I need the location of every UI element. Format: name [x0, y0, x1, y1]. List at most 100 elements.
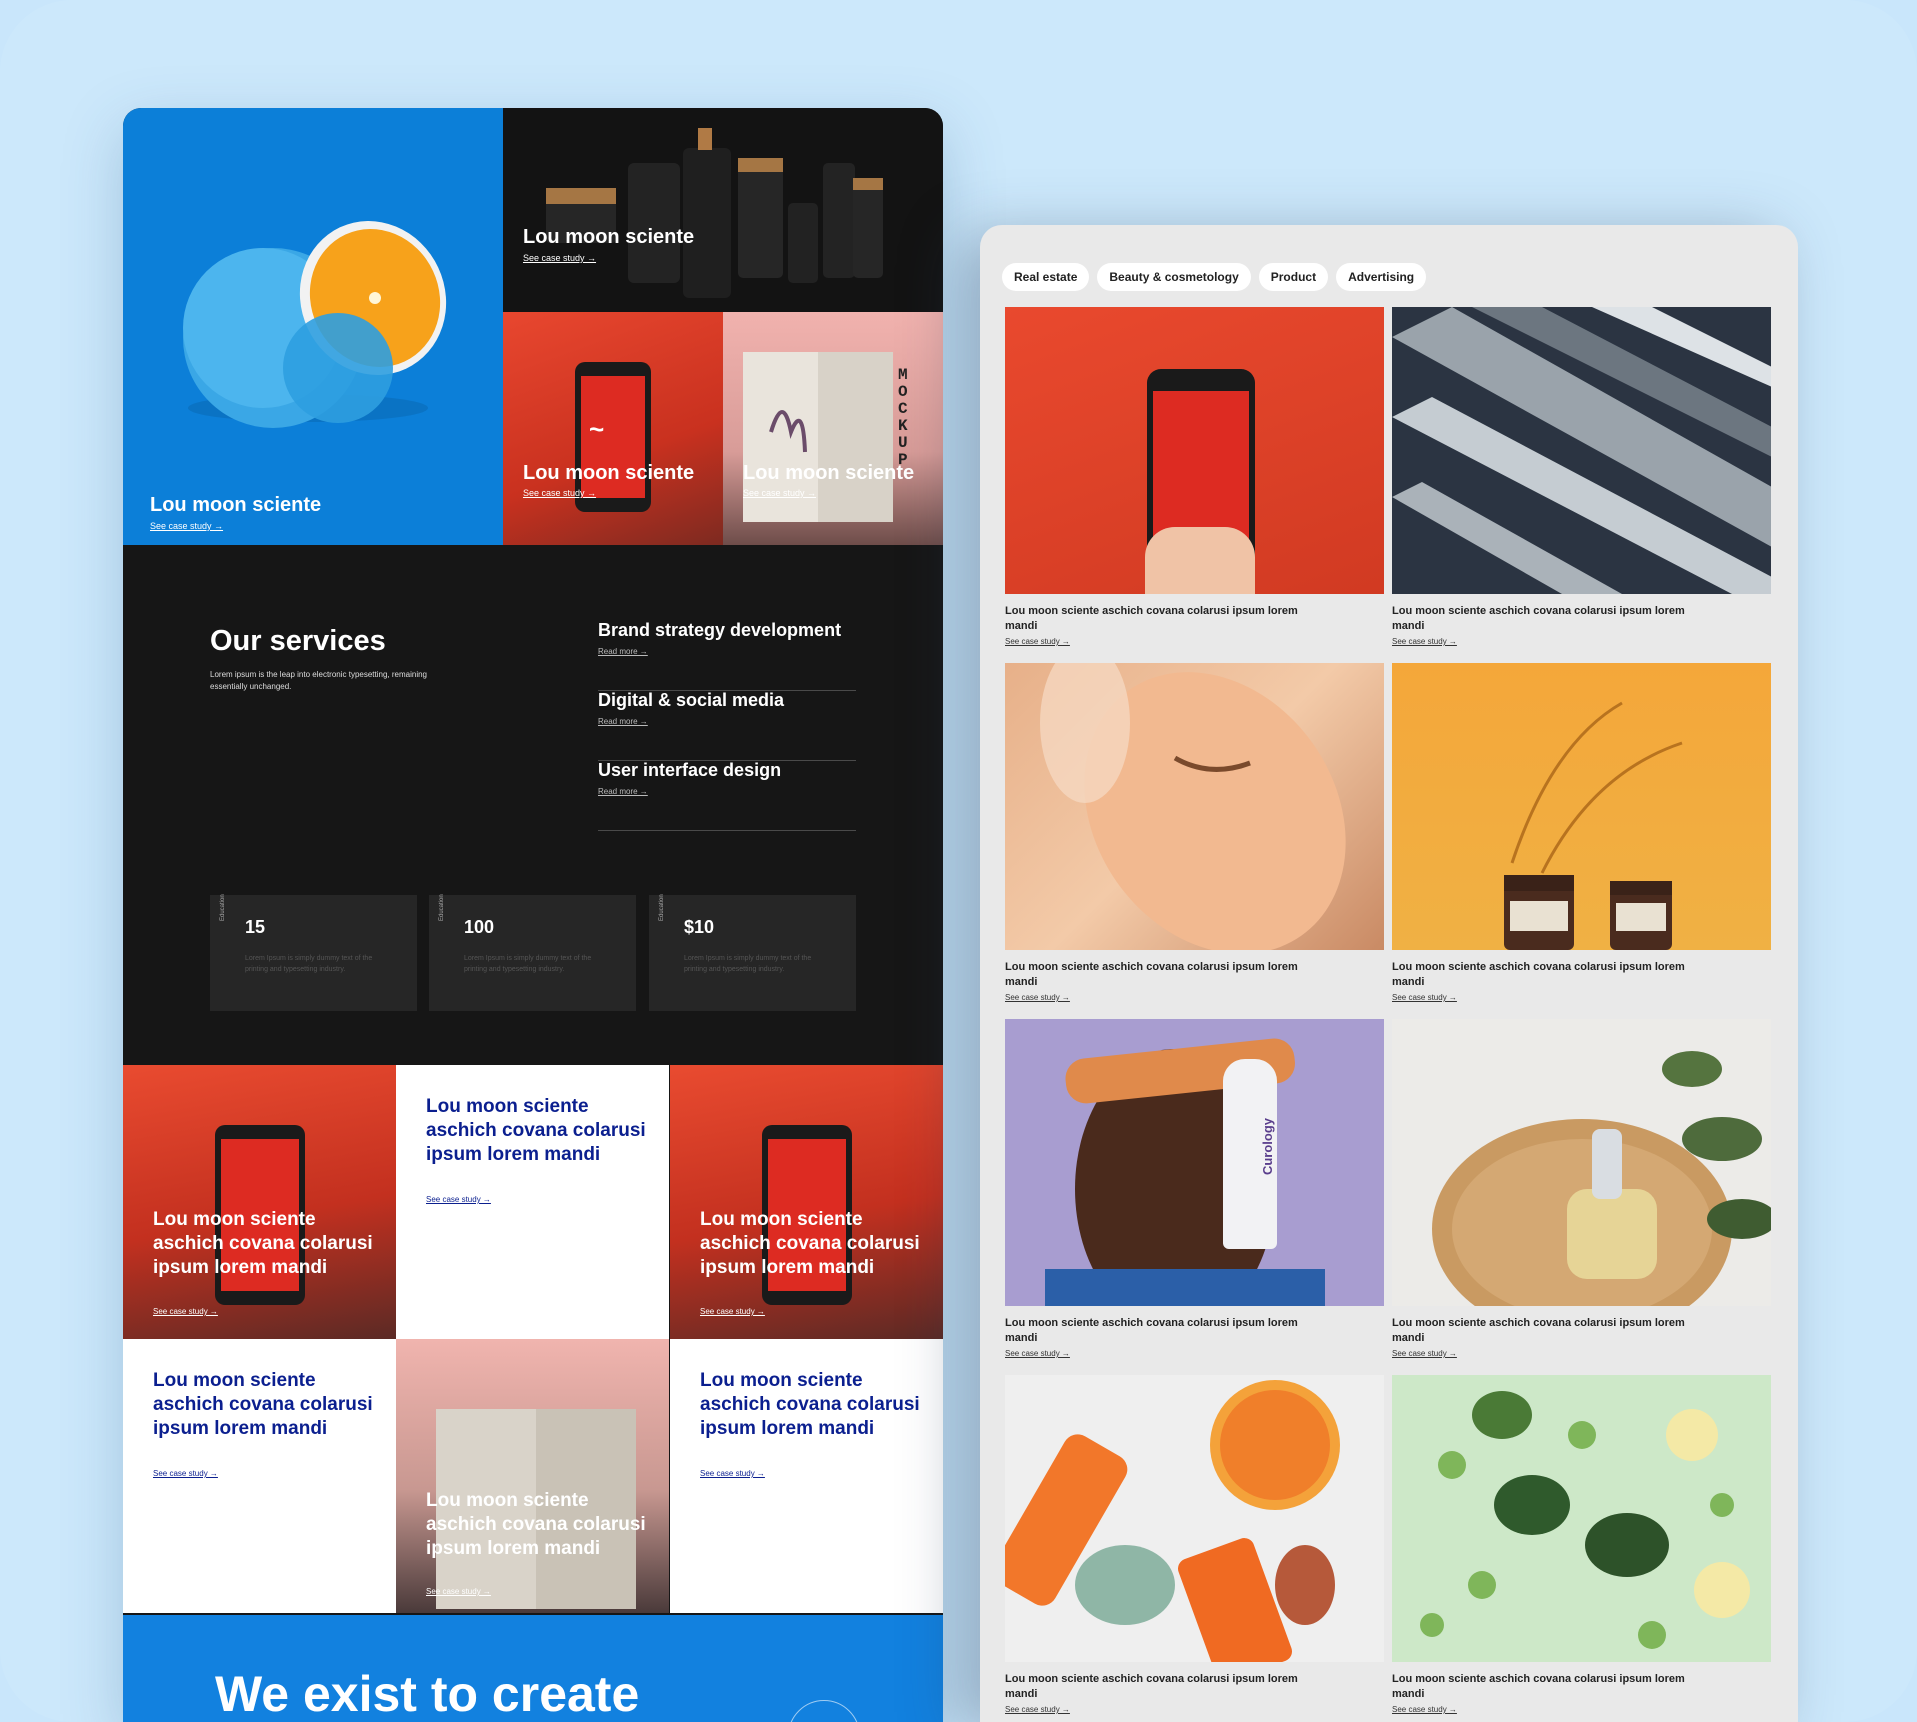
read-more-link[interactable]: Read more → [598, 647, 648, 656]
man-with-bottle-image [1045, 1038, 1325, 1306]
case-title: Lou moon sciente aschich covana colarusi… [426, 1490, 646, 1559]
case-link[interactable]: See case study → [153, 1469, 218, 1478]
card-link[interactable]: See case study → [1392, 1705, 1771, 1714]
stat-category: Education [220, 894, 226, 921]
category-filters: Real estate Beauty & cosmetology Product… [1002, 263, 1427, 291]
card-image [1392, 663, 1771, 950]
hero-case-link[interactable]: See case study → [150, 521, 223, 531]
service-item[interactable]: Digital & social media Read more → [598, 690, 856, 761]
cosmetics-image [546, 128, 883, 298]
stat-description: Lorem Ipsum is simply dummy text of the … [245, 955, 373, 973]
stat-category: Education [659, 894, 665, 921]
stat-description: Lorem Ipsum is simply dummy text of the … [684, 955, 812, 973]
case-card-text[interactable]: Lou moon sciente aschich covana colarusi… [396, 1065, 669, 1339]
stat-card: Education 100 Lorem Ipsum is simply dumm… [429, 894, 636, 1011]
card-caption: Lou moon sciente aschich covana colarusi… [1392, 1317, 1685, 1344]
architecture-image [1392, 307, 1771, 594]
case-card-image[interactable]: Lou moon sciente aschich covana colarusi… [396, 1339, 669, 1613]
hero-tile-cosmetics[interactable]: Lou moon sciente See case study → [503, 108, 943, 312]
case-link[interactable]: See case study → [700, 1469, 765, 1478]
case-title: Lou moon sciente aschich covana colarusi… [153, 1370, 373, 1439]
card-caption: Lou moon sciente aschich covana colarusi… [1005, 1317, 1298, 1344]
stat-description: Lorem Ipsum is simply dummy text of the … [464, 955, 592, 973]
filter-chip-beauty[interactable]: Beauty & cosmetology [1097, 263, 1251, 291]
banner-heading: We exist to create [215, 1666, 640, 1722]
card-caption: Lou moon sciente aschich covana colarusi… [1392, 605, 1685, 632]
filter-chip-real-estate[interactable]: Real estate [1002, 263, 1090, 291]
hero-tile-orange[interactable]: Lou moon sciente See case study → [123, 108, 503, 545]
gallery-card[interactable]: Lou moon sciente aschich covana colarusi… [1392, 663, 1771, 1002]
card-image [1392, 1375, 1771, 1662]
case-card-image[interactable]: Lou moon sciente aschich covana colarusi… [123, 1065, 396, 1339]
hero-case-link[interactable]: See case study → [523, 253, 596, 263]
card-link[interactable]: See case study → [1005, 1705, 1384, 1714]
mockup-label: MOCKUP [898, 366, 908, 469]
case-title: Lou moon sciente aschich covana colarusi… [700, 1370, 920, 1439]
card-image [1392, 1019, 1771, 1306]
card-link[interactable]: See case study → [1392, 1349, 1771, 1358]
card-image [1005, 663, 1384, 950]
case-card-image[interactable]: Lou moon sciente aschich covana colarusi… [670, 1065, 943, 1339]
stat-value: $10 [684, 917, 715, 937]
card-link[interactable]: See case study → [1005, 1349, 1384, 1358]
case-link[interactable]: See case study → [426, 1195, 491, 1204]
case-link[interactable]: See case study → [700, 1307, 765, 1316]
gallery-card[interactable]: Lou moon sciente aschich covana colarusi… [1392, 307, 1771, 646]
vegetables-image [1420, 1391, 1750, 1649]
hero-case-link[interactable]: See case study → [743, 488, 816, 498]
services-description: Lorem ipsum is the leap into electronic … [210, 670, 427, 691]
stat-card: Education $10 Lorem Ipsum is simply dumm… [649, 894, 856, 1011]
hero-title: Lou moon sciente [523, 462, 695, 484]
case-title: Lou moon sciente aschich covana colarusi… [153, 1209, 373, 1278]
service-title: User interface design [598, 760, 782, 780]
card-caption: Lou moon sciente aschich covana colarusi… [1005, 961, 1298, 988]
card-link[interactable]: See case study → [1005, 637, 1384, 646]
read-more-link[interactable]: Read more → [598, 717, 648, 726]
hero-tile-phone[interactable]: ~ Lou moon sciente See case study → [503, 312, 723, 545]
portfolio-page: Lou moon sciente See case study → Lou mo… [123, 108, 943, 1722]
stat-card: Education 15 Lorem Ipsum is simply dummy… [210, 894, 417, 1011]
hero-title: Lou moon sciente [743, 462, 915, 484]
filter-chip-advertising[interactable]: Advertising [1336, 263, 1427, 291]
gallery-page: Real estate Beauty & cosmetology Product… [980, 225, 1798, 1722]
card-link[interactable]: See case study → [1392, 993, 1771, 1002]
service-title: Brand strategy development [598, 620, 842, 640]
card-image [1005, 307, 1384, 594]
card-link[interactable]: See case study → [1005, 993, 1384, 1002]
gallery-card[interactable]: Lou moon sciente aschich covana colarusi… [1392, 1019, 1771, 1358]
service-item[interactable]: User interface design Read more → [598, 760, 856, 831]
card-image [1392, 307, 1771, 594]
card-image [1005, 1375, 1384, 1662]
hero-title: Lou moon sciente [150, 494, 322, 516]
case-card-text[interactable]: Lou moon sciente aschich covana colarusi… [123, 1339, 396, 1613]
gallery-card[interactable]: Lou moon sciente aschich covana colarusi… [1005, 1375, 1384, 1714]
hero-tile-mockup[interactable]: MOCKUP Lou moon sciente See case study → [723, 312, 943, 545]
scroll-circle-button[interactable] [788, 1700, 860, 1722]
card-caption: Lou moon sciente aschich covana colarusi… [1005, 605, 1298, 632]
stat-category: Education [439, 894, 445, 921]
case-study-grid: Lou moon sciente aschich covana colarusi… [123, 1065, 943, 1615]
hero-case-link[interactable]: See case study → [523, 488, 596, 498]
gallery-card[interactable]: Curology Lou moon sciente aschich covana… [1005, 1019, 1384, 1358]
card-caption: Lou moon sciente aschich covana colarusi… [1005, 1673, 1298, 1700]
blue-orange-image [183, 221, 447, 428]
card-caption: Lou moon sciente aschich covana colarusi… [1392, 1673, 1685, 1700]
case-link[interactable]: See case study → [153, 1307, 218, 1316]
case-card-text[interactable]: Lou moon sciente aschich covana colarusi… [670, 1339, 943, 1613]
service-item[interactable]: Brand strategy development Read more → [598, 620, 856, 691]
gallery-card[interactable]: Lou moon sciente aschich covana colarusi… [1005, 307, 1384, 646]
stat-value: 15 [245, 917, 266, 937]
mission-banner: We exist to create [123, 1615, 943, 1722]
case-link[interactable]: See case study → [426, 1587, 491, 1596]
hero-title: Lou moon sciente [523, 226, 695, 248]
gallery-card[interactable]: Lou moon sciente aschich covana colarusi… [1392, 1375, 1771, 1714]
gallery-card[interactable]: Lou moon sciente aschich covana colarusi… [1005, 663, 1384, 1002]
services-heading: Our services [210, 625, 386, 657]
mockup-book-image [436, 1409, 636, 1609]
orange-products-image [1005, 1380, 1340, 1662]
filter-chip-product[interactable]: Product [1258, 263, 1329, 291]
services-section: Our services Lorem ipsum is the leap int… [123, 545, 943, 1065]
card-link[interactable]: See case study → [1392, 637, 1771, 646]
read-more-link[interactable]: Read more → [598, 787, 648, 796]
case-title: Lou moon sciente aschich covana colarusi… [426, 1096, 646, 1165]
